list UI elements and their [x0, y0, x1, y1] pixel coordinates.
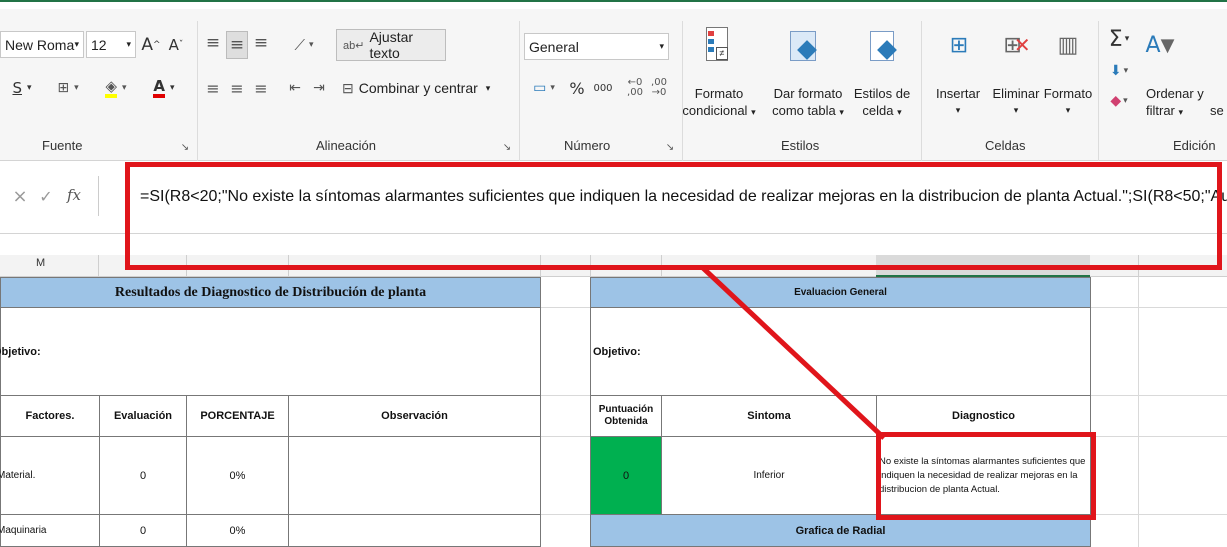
annotation-arrow-line — [701, 266, 886, 440]
